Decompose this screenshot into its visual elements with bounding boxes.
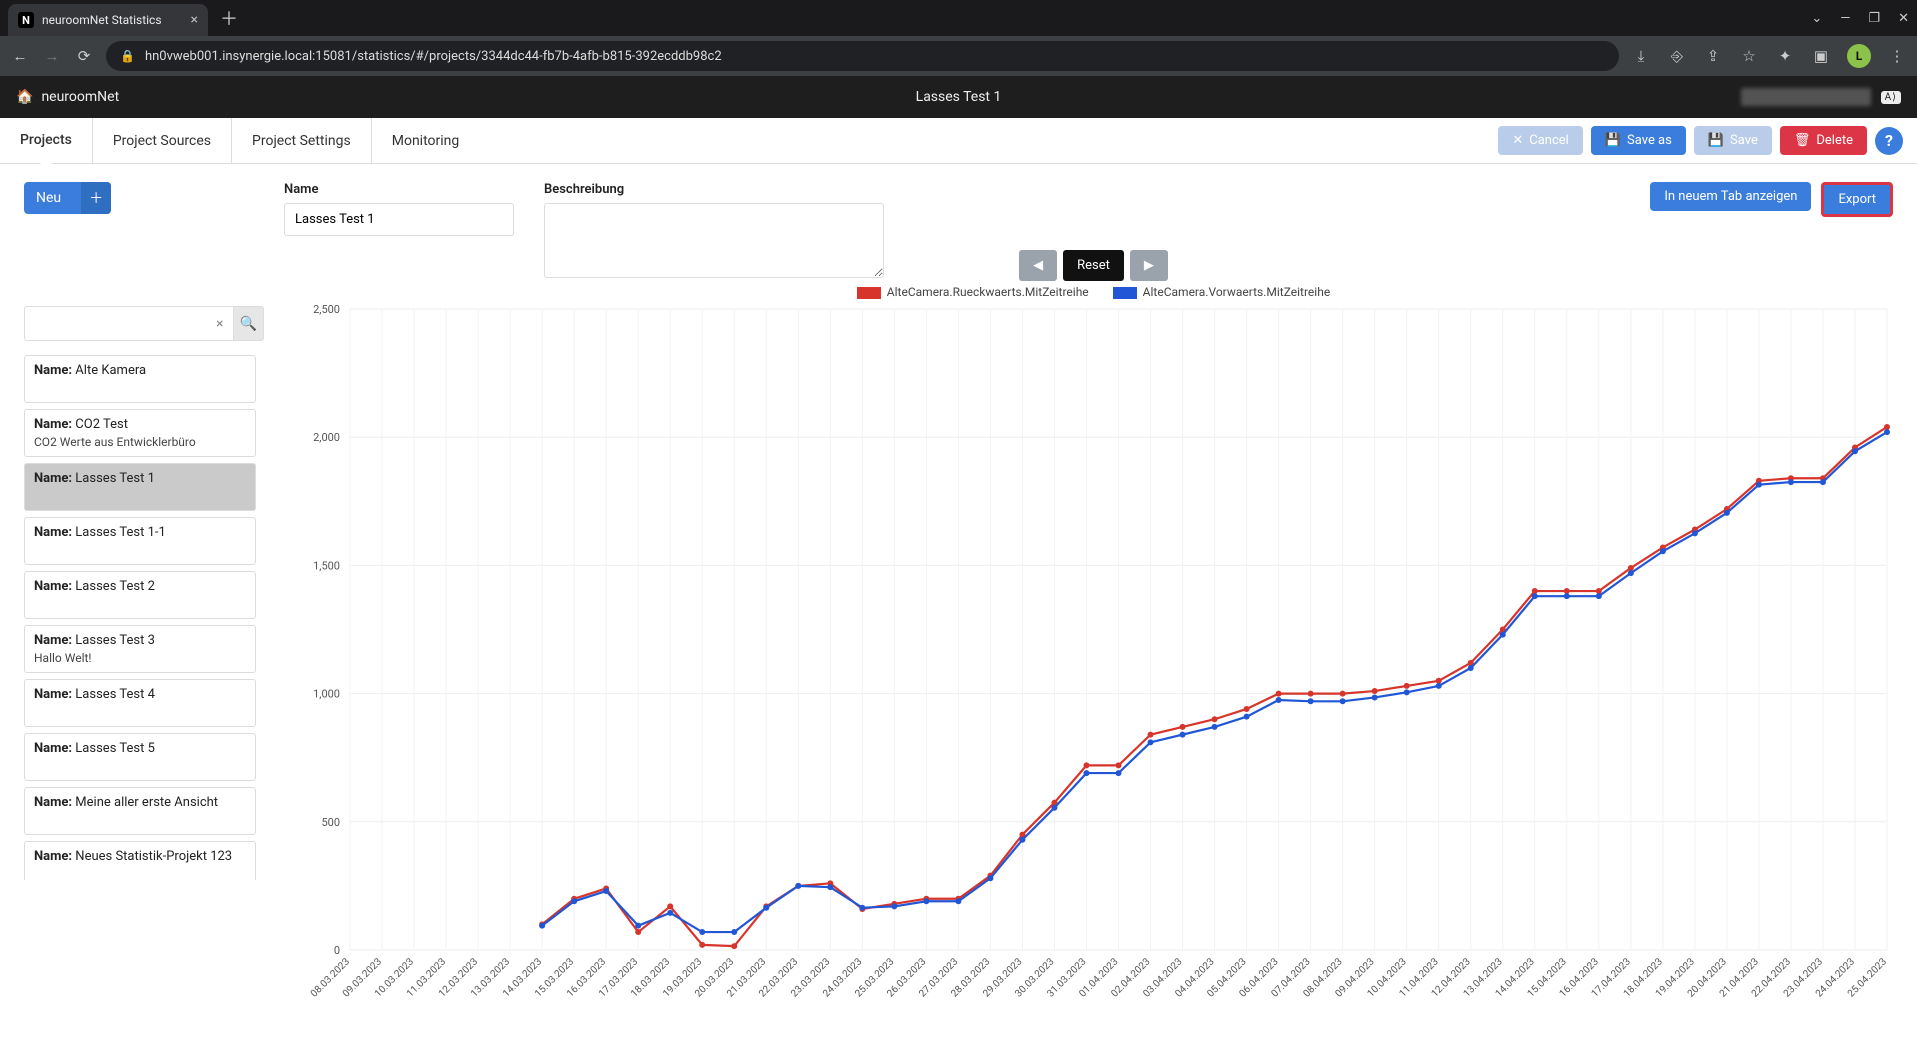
chart-next-button[interactable]: ▶: [1130, 250, 1168, 281]
svg-text:0: 0: [334, 944, 340, 957]
name-label: Name: [284, 182, 514, 197]
home-link[interactable]: 🏠 neuroomNet: [16, 89, 119, 105]
search-button[interactable]: 🔍: [233, 306, 264, 341]
help-button[interactable]: ?: [1875, 127, 1903, 155]
delete-button[interactable]: 🗑 Delete: [1780, 126, 1867, 155]
legend-item[interactable]: AlteCamera.Vorwaerts.MitZeitreihe: [1113, 285, 1331, 299]
tab-title: neuroomNet Statistics: [42, 13, 162, 27]
back-button[interactable]: ←: [10, 47, 30, 65]
open-new-tab-button[interactable]: In neuem Tab anzeigen: [1650, 182, 1811, 211]
close-icon: ✕: [1512, 133, 1523, 148]
app-header: 🏠 neuroomNet Lasses Test 1 A⟩: [0, 76, 1917, 118]
forward-button[interactable]: →: [42, 47, 62, 65]
url-input[interactable]: 🔒 hn0vweb001.insynergie.local:15081/stat…: [106, 41, 1619, 71]
browser-tab[interactable]: N neuroomNet Statistics ×: [8, 4, 208, 36]
bookmark-icon[interactable]: ☆: [1739, 47, 1759, 65]
cancel-button[interactable]: ✕ Cancel: [1498, 126, 1582, 155]
chart-reset-button[interactable]: Reset: [1063, 250, 1124, 281]
project-list-item[interactable]: Name: Alte Kamera: [24, 355, 256, 403]
project-list-item[interactable]: Name: Lasses Test 4: [24, 679, 256, 727]
project-list-item[interactable]: Name: Neues Statistik-Projekt 123: [24, 841, 256, 880]
home-label: neuroomNet: [41, 89, 119, 105]
chart-legend: AlteCamera.Rueckwaerts.MitZeitreihe Alte…: [290, 285, 1897, 299]
export-button[interactable]: Export: [1821, 182, 1893, 217]
save-icon: 💾: [1708, 133, 1724, 148]
share-icon[interactable]: ⇪: [1703, 47, 1723, 65]
favicon: N: [18, 12, 34, 28]
svg-text:1,000: 1,000: [313, 688, 340, 701]
sidepanel-icon[interactable]: ▣: [1811, 47, 1831, 65]
tab-monitoring[interactable]: Monitoring: [371, 118, 480, 163]
chart-prev-button[interactable]: ◀: [1019, 250, 1057, 281]
chevron-down-icon[interactable]: ⌄: [1811, 11, 1822, 26]
page-title: Lasses Test 1: [916, 89, 1002, 105]
project-list-item[interactable]: Name: Lasses Test 5: [24, 733, 256, 781]
project-list-item[interactable]: Name: CO2 TestCO2 Werte aus Entwicklerbü…: [24, 409, 256, 457]
legend-item[interactable]: AlteCamera.Rueckwaerts.MitZeitreihe: [857, 285, 1089, 299]
search-input[interactable]: [24, 306, 207, 341]
svg-text:2,000: 2,000: [313, 431, 340, 444]
browser-url-bar: ← → ⟳ 🔒 hn0vweb001.insynergie.local:1508…: [0, 36, 1917, 76]
tab-project-sources[interactable]: Project Sources: [92, 118, 231, 163]
project-list-item[interactable]: Name: Lasses Test 1-1: [24, 517, 256, 565]
project-list-item[interactable]: Name: Lasses Test 1: [24, 463, 256, 511]
clear-search-button[interactable]: ×: [207, 306, 233, 341]
extensions-icon[interactable]: ✦: [1775, 47, 1795, 65]
maximize-window-button[interactable]: ❐: [1868, 11, 1880, 26]
svg-text:2,500: 2,500: [313, 303, 340, 316]
project-list-item[interactable]: Name: Lasses Test 3Hallo Welt!: [24, 625, 256, 673]
install-icon[interactable]: ⤓: [1631, 47, 1651, 65]
profile-avatar[interactable]: L: [1847, 44, 1871, 68]
plus-icon: ＋: [81, 182, 111, 214]
project-list-item[interactable]: Name: Meine aller erste Ansicht: [24, 787, 256, 835]
project-list: Name: Alte Kamera Name: CO2 TestCO2 Wert…: [24, 355, 264, 880]
toolbar: Projects Project Sources Project Setting…: [0, 118, 1917, 164]
tab-project-settings[interactable]: Project Settings: [231, 118, 371, 163]
line-chart[interactable]: 05001,0001,5002,0002,50008.03.202309.03.…: [290, 299, 1897, 1020]
save-button[interactable]: 💾 Save: [1694, 126, 1772, 155]
svg-text:500: 500: [321, 816, 340, 829]
browser-tab-bar: N neuroomNet Statistics × ＋ ⌄ — ❐ ✕: [0, 0, 1917, 36]
translate-icon[interactable]: ⎆: [1667, 47, 1687, 65]
aa-badge[interactable]: A⟩: [1881, 91, 1901, 104]
project-list-item[interactable]: Name: Lasses Test 2: [24, 571, 256, 619]
reload-button[interactable]: ⟳: [74, 47, 94, 65]
new-project-button[interactable]: Neu ＋: [24, 182, 111, 214]
minimize-window-button[interactable]: —: [1840, 11, 1850, 26]
description-label: Beschreibung: [544, 182, 884, 197]
user-info: [1741, 88, 1871, 106]
save-icon: 💾: [1605, 133, 1621, 148]
home-icon: 🏠: [16, 89, 33, 105]
tab-projects[interactable]: Projects: [0, 118, 92, 163]
save-as-button[interactable]: 💾 Save as: [1591, 126, 1686, 155]
close-window-button[interactable]: ✕: [1898, 11, 1909, 26]
url-text: hn0vweb001.insynergie.local:15081/statis…: [145, 49, 722, 64]
close-tab-icon[interactable]: ×: [191, 12, 198, 28]
name-input[interactable]: [284, 203, 514, 236]
chrome-menu-icon[interactable]: ⋮: [1887, 47, 1907, 65]
svg-text:1,500: 1,500: [313, 559, 340, 572]
trash-icon: 🗑: [1794, 133, 1811, 148]
new-tab-button[interactable]: ＋: [220, 5, 238, 31]
lock-icon: 🔒: [120, 49, 135, 63]
